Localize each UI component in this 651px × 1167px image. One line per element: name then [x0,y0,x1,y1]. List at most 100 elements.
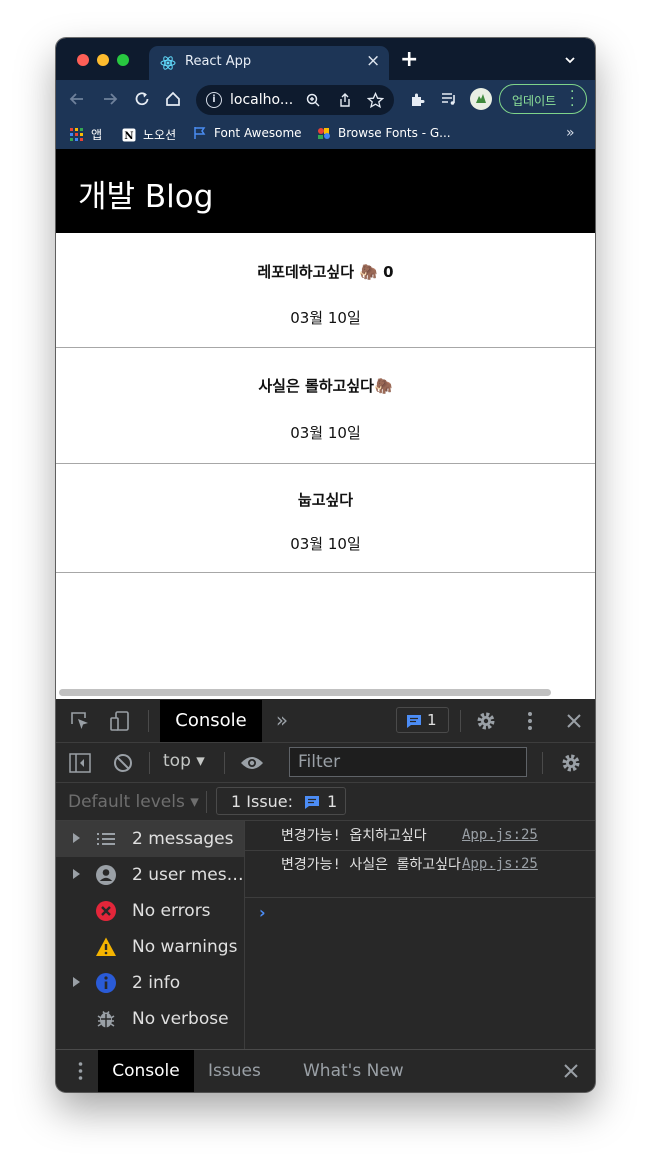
tab-title: React App [185,54,252,69]
error-icon [96,901,116,921]
clear-console-icon[interactable] [111,751,135,775]
sidebar-toggle-icon[interactable] [68,751,92,775]
devtools-panel: Console » 1 top ▾ Filter Default levels … [56,699,595,1092]
console-message: 변경가능! 사실은 롤하고싶다 App.js:25 [245,851,595,898]
browser-window: React App × + i localho... 업데이트 · · · 앱 … [56,38,595,1092]
user-icon [96,865,116,885]
list-icon [97,833,115,845]
list-item[interactable]: 사실은 롤하고싶다🦣 03월 10일 [56,348,595,464]
post-title[interactable]: 레포데하고싶다 🦣 0 [56,261,595,282]
google-fonts-icon [318,128,330,139]
sidebar-item-warnings[interactable]: No warnings [56,929,244,965]
device-toolbar-icon[interactable] [108,709,132,733]
react-icon [160,56,176,70]
sidebar-item-errors[interactable]: No errors [56,893,244,929]
toolbar-divider [206,791,207,813]
kebab-menu-icon[interactable] [518,709,542,733]
post-date: 03월 10일 [290,535,361,553]
back-icon[interactable] [66,88,88,110]
home-icon[interactable] [162,88,184,110]
devtools-drawer-tabbar: Console Issues What's New [56,1049,595,1092]
tab-strip: React App × + [56,38,595,80]
log-source-link[interactable]: App.js:25 [462,827,538,843]
toolbar-divider [542,752,543,774]
log-text: 변경가능! 옵치하고싶다 [281,828,427,844]
close-drawer-icon[interactable] [561,1060,581,1082]
log-levels-dropdown[interactable]: Default levels ▾ [68,792,199,812]
bookmark-browse-fonts[interactable]: Browse Fonts - G... [317,126,451,140]
page-title: 개발 Blog [78,179,214,215]
inspect-element-icon[interactable] [68,710,92,732]
devtools-tabbar: Console » 1 [56,699,595,743]
eye-icon[interactable] [239,751,265,775]
console-prompt[interactable]: › [259,903,266,922]
bookmark-notion[interactable]: N 노오션 [122,126,176,143]
expand-arrow-icon[interactable] [73,977,80,987]
bookmark-font-awesome[interactable]: Font Awesome [193,126,302,140]
drawer-tab-issues[interactable]: Issues [208,1050,261,1092]
post-title[interactable]: 눕고싶다 [56,489,595,510]
zoom-window-button[interactable] [117,54,129,66]
tab-react-app[interactable]: React App × [149,46,389,80]
message-icon [407,715,421,728]
drawer-menu-icon[interactable] [74,1060,86,1082]
expand-arrow-icon[interactable] [73,869,80,879]
new-tab-button[interactable]: + [400,47,418,72]
minimize-window-button[interactable] [97,54,109,66]
bookmarks-bar: 앱 N 노오션 Font Awesome Browse Fonts - G...… [56,119,595,149]
flag-icon [194,127,206,139]
update-button[interactable]: 업데이트 · · · [499,84,587,114]
extensions-icon[interactable] [406,88,428,110]
levels-bar: Default levels ▾ 1 Issue: 1 [56,783,595,821]
list-item[interactable]: 레포데하고싶다 🦣 0 03월 10일 [56,233,595,348]
chevron-down-icon[interactable] [564,54,576,66]
apps-grid-icon [70,127,83,141]
context-selector[interactable]: top ▾ [163,751,205,771]
horizontal-scrollbar[interactable] [59,689,551,696]
issues-button[interactable]: 1 Issue: 1 [216,787,346,815]
log-source-link[interactable]: App.js:25 [462,856,538,872]
more-tabs-icon[interactable]: » [270,708,294,732]
message-icon [305,796,319,809]
list-item[interactable]: 눕고싶다 03월 10일 [56,464,595,573]
bug-icon [97,1011,115,1028]
console-output: 변경가능! 옵치하고싶다 App.js:25 변경가능! 사실은 롤하고싶다 A… [245,821,595,1049]
settings-gear-icon[interactable] [474,709,498,733]
post-title[interactable]: 사실은 롤하고싶다🦣 [56,375,595,396]
media-control-icon[interactable] [438,88,460,110]
close-tab-icon[interactable]: × [366,51,380,71]
toolbar-divider [460,710,461,732]
filter-input[interactable] [290,748,526,776]
reload-icon[interactable] [131,88,153,110]
avatar[interactable] [470,88,492,110]
page-viewport: 개발 Blog 레포데하고싶다 🦣 0 03월 10일 사실은 롤하고싶다🦣 0… [56,149,595,699]
share-icon[interactable] [334,89,356,111]
toolbar-divider [224,752,225,774]
drawer-tab-whats-new[interactable]: What's New [303,1050,404,1092]
forward-icon[interactable] [99,88,121,110]
zoom-icon[interactable] [302,89,324,111]
sidebar-item-info[interactable]: 2 info [56,965,244,1001]
info-icon[interactable]: i [206,92,222,108]
bookmarks-overflow-button[interactable]: » [566,125,575,141]
close-window-button[interactable] [77,54,89,66]
toolbar-divider [149,752,150,774]
url-text: localho... [230,92,294,108]
sidebar-item-user-messages[interactable]: 2 user mes… [56,857,244,893]
log-text: 변경가능! 사실은 롤하고싶다 [281,857,461,873]
bookmark-star-icon[interactable] [364,89,386,111]
drawer-tab-console[interactable]: Console [98,1050,194,1092]
issue-counter-button[interactable]: 1 [396,707,449,733]
console-toolbar: top ▾ [56,743,595,783]
console-settings-gear-icon[interactable] [559,751,583,775]
toolbar-divider [148,710,149,732]
post-date: 03월 10일 [290,309,361,327]
bookmark-apps[interactable]: 앱 [70,126,102,143]
expand-arrow-icon[interactable] [73,833,80,843]
address-bar[interactable]: i localho... [196,85,394,115]
sidebar-item-verbose[interactable]: No verbose [56,1001,244,1037]
close-icon[interactable] [562,709,586,733]
blog-nav: 개발 Blog [56,149,595,233]
sidebar-item-messages[interactable]: 2 messages [56,821,244,857]
tab-console[interactable]: Console [160,700,262,742]
